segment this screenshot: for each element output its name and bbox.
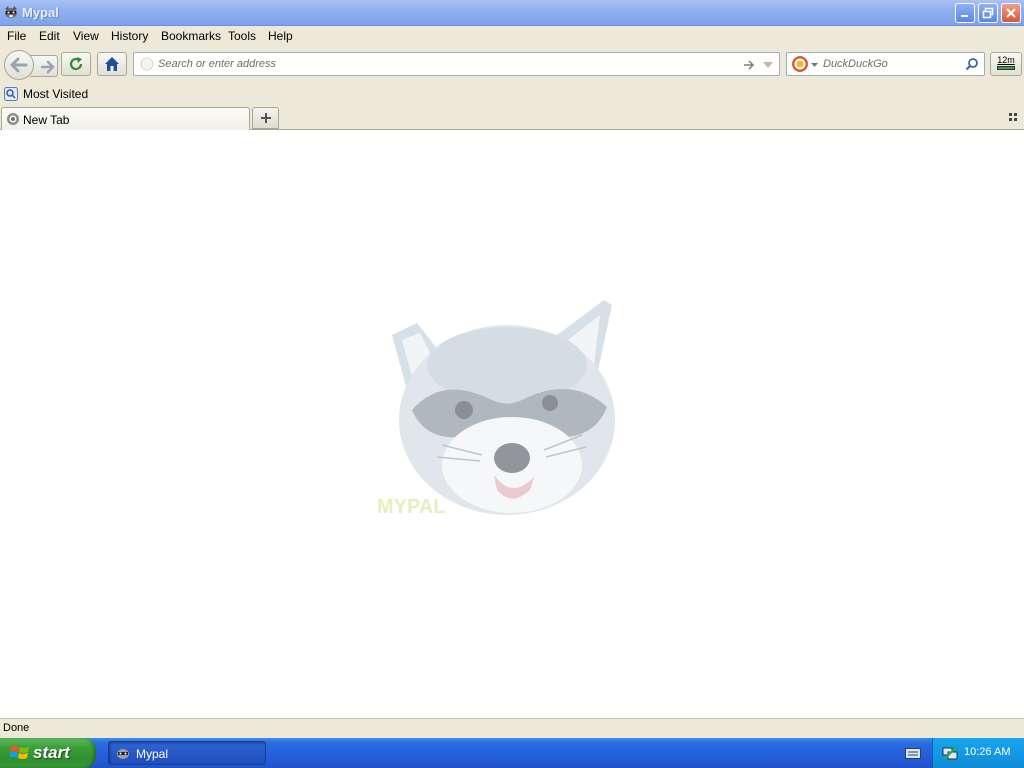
search-bar[interactable]	[786, 52, 985, 76]
bookmark-label: Most Visited	[23, 87, 89, 101]
mypal-task-icon	[117, 749, 129, 759]
tab-bar: New Tab	[0, 106, 1024, 131]
keyboard-layout-icon[interactable]	[905, 746, 921, 760]
menu-tools[interactable]: Tools	[228, 29, 256, 43]
all-tabs-icon[interactable]	[1009, 113, 1019, 123]
network-tray-icon[interactable]	[942, 745, 958, 761]
most-visited-folder-icon	[4, 87, 18, 101]
menu-history[interactable]: History	[111, 29, 148, 43]
home-button[interactable]	[97, 52, 127, 76]
plus-icon	[260, 113, 271, 123]
taskbar-item-label: Mypal	[136, 747, 169, 761]
search-input[interactable]	[823, 56, 963, 72]
minimize-button[interactable]	[955, 3, 975, 23]
engine-dropdown-icon[interactable]	[811, 61, 819, 69]
page-content[interactable]: MYPAL	[0, 130, 1024, 718]
menu-help[interactable]: Help	[268, 29, 293, 43]
window-title: Mypal	[22, 5, 59, 20]
back-arrow-icon	[9, 57, 28, 73]
restore-button[interactable]	[978, 3, 998, 23]
reload-icon	[69, 57, 83, 71]
mypal-app-icon	[4, 5, 18, 19]
home-icon	[105, 57, 119, 71]
reload-button[interactable]	[61, 52, 91, 76]
navigation-toolbar: 12m	[0, 46, 1024, 84]
extension-bar-icon	[997, 66, 1015, 70]
start-label: start	[33, 743, 70, 762]
tab-favicon-icon	[7, 113, 19, 125]
system-clock[interactable]: 10:26 AM	[964, 746, 1010, 758]
menu-edit[interactable]: Edit	[39, 29, 60, 43]
taskbar-item-mypal[interactable]: Mypal	[108, 741, 266, 765]
address-bar[interactable]	[133, 52, 780, 76]
mypal-logo-text: MYPAL	[377, 496, 446, 518]
status-bar: Done	[0, 718, 1024, 738]
close-button[interactable]	[1001, 3, 1021, 23]
address-input[interactable]	[158, 56, 728, 72]
duckduckgo-engine-icon[interactable]	[791, 55, 809, 73]
menu-file[interactable]: File	[7, 29, 26, 43]
back-forward-group	[4, 50, 58, 80]
menu-bookmarks[interactable]: Bookmarks	[161, 29, 221, 43]
go-arrow-icon[interactable]	[742, 58, 756, 72]
bookmark-most-visited[interactable]: Most Visited	[4, 87, 88, 101]
system-tray: 10:26 AM	[932, 738, 1024, 768]
site-identity-icon	[140, 57, 154, 71]
windows-flag-icon	[10, 746, 29, 759]
new-tab-button[interactable]	[252, 107, 279, 129]
back-button[interactable]	[4, 50, 34, 80]
window-title-bar[interactable]: Mypal	[0, 0, 1024, 26]
start-button[interactable]: start	[0, 738, 96, 768]
tab-new-tab[interactable]: New Tab	[1, 107, 250, 131]
status-text: Done	[3, 722, 30, 734]
bookmarks-toolbar: Most Visited	[0, 84, 1024, 106]
minimize-icon	[961, 15, 968, 17]
extension-button[interactable]: 12m	[990, 52, 1022, 76]
search-icon[interactable]	[965, 57, 979, 71]
mypal-raccoon-logo-icon: MYPAL	[377, 300, 615, 518]
restore-icon	[982, 7, 994, 19]
close-icon	[1006, 8, 1016, 18]
extension-badge: 12m	[997, 55, 1015, 65]
windows-taskbar: start Mypal 10:26 AM	[0, 738, 1024, 768]
url-dropdown-icon[interactable]	[762, 59, 774, 71]
forward-arrow-icon	[40, 60, 55, 74]
menu-view[interactable]: View	[73, 29, 99, 43]
forward-button[interactable]	[30, 55, 58, 77]
tab-label: New Tab	[23, 113, 70, 127]
menu-bar: File Edit View History Bookmarks Tools H…	[0, 26, 1024, 46]
